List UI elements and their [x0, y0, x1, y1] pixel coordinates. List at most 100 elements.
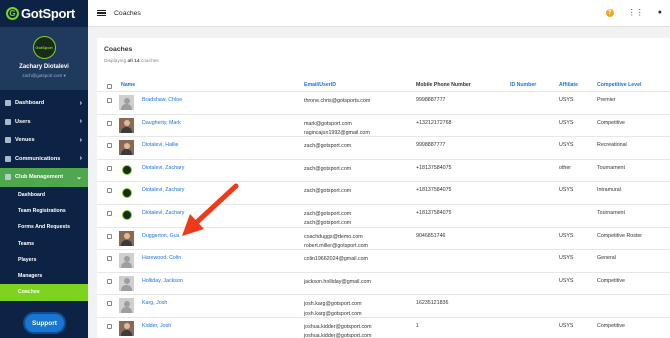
avatar [119, 298, 134, 314]
row-checkbox[interactable] [107, 98, 112, 103]
row-checkbox[interactable] [107, 188, 112, 194]
sidebar-subitem-managers[interactable]: Managers [0, 268, 88, 284]
logo[interactable]: G GotSport [0, 0, 88, 27]
coach-email: zach@gotsport.com [304, 143, 352, 150]
header-email[interactable]: Email/UserID [304, 82, 336, 88]
coach-email: jackson.holliday@gmail.com [304, 278, 371, 285]
avatar[interactable]: GotSport [32, 36, 56, 59]
table-row[interactable]: Diotalevi, Zachary zach@gotsport.com +1813… [97, 158, 670, 182]
table-row[interactable]: Diotalevi, Hallie zach@gotsport.com 999888… [97, 136, 670, 159]
chevron-right-icon: › [79, 155, 82, 163]
table-row[interactable]: Bradshaw, Chloe throne.chris@gotsports.co… [97, 91, 670, 114]
table-row[interactable]: Holliday, Jackson jackson.holliday@gmail.… [97, 271, 670, 295]
coach-phone: 9046851746 [416, 232, 446, 239]
help-icon[interactable]: ? [605, 9, 614, 17]
user-profile: GotSport Zachary Diotalevi zach@gotsport… [0, 27, 88, 90]
avatar [119, 275, 134, 291]
coach-name-link[interactable]: Diotalevi, Zachary [142, 165, 184, 171]
table-row[interactable]: Diotalevi, Zachary zach@gotsport.com +1813… [97, 181, 670, 204]
sidebar-subitem-players[interactable]: Players [0, 252, 88, 268]
table-row[interactable]: Harewood, Colin colin19662024@gmail.com US… [97, 249, 670, 272]
coach-email: zach@gotsport.com [304, 188, 352, 195]
coach-name-link[interactable]: Kidder, Josh [142, 323, 171, 329]
chevron-right-icon: › [79, 118, 82, 126]
coaches-panel: Coaches Displaying all 14 coaches Name E… [97, 38, 670, 338]
header-id-number[interactable]: ID Number [510, 82, 536, 88]
coach-affiliate: USYS [559, 97, 574, 103]
gotsport-logo-icon: G [6, 7, 19, 20]
sidebar-subitem-forms-and-requests[interactable]: Forms And Requests [0, 219, 88, 235]
avatar [119, 185, 134, 201]
table-row[interactable]: Diotalevi, Zachary zach@gotsport.com zach@… [97, 203, 670, 227]
sidebar-item-communications[interactable]: Communications › [0, 150, 88, 169]
row-checkbox[interactable] [107, 143, 112, 149]
user-email[interactable]: zach@gotsport.com ▾ [22, 73, 66, 79]
coach-name-link[interactable]: Bradshaw, Chloe [142, 97, 182, 103]
sidebar-subitem-team-registrations[interactable]: Team Registrations [0, 203, 88, 219]
coach-phone: 1 [416, 322, 419, 329]
users-icon [5, 118, 11, 125]
sidebar-subitem-coaches[interactable]: Coaches [0, 284, 88, 301]
coach-competitive-level: Tournament [597, 209, 625, 216]
avatar [119, 320, 134, 336]
table-row[interactable]: Karg, Josh josh.karg@gotsport.com josh.kar… [97, 294, 670, 317]
coach-name-link[interactable]: Duggerton, Gus [142, 233, 179, 239]
sidebar-subitem-dashboard[interactable]: Dashboard [0, 187, 88, 203]
topbar: Coaches ? ⋮⋮ ● [88, 0, 670, 27]
row-checkbox[interactable] [107, 256, 112, 262]
avatar [119, 140, 134, 156]
coach-phone: +18137584075 [416, 164, 452, 171]
communications-icon [5, 155, 11, 162]
coach-phone: +18137584075 [416, 187, 452, 194]
table-row[interactable]: Daugherty, Mark mark@gotsport.com ragincaj… [97, 113, 670, 137]
header-competitive-level[interactable]: Competitive Level [597, 82, 641, 88]
coach-name-link[interactable]: Diotalevi, Zachary [142, 210, 184, 216]
user-account-icon[interactable]: ● [658, 9, 662, 17]
coach-name-link[interactable]: Diotalevi, Hallie [142, 142, 179, 148]
coach-competitive-level: Tournament [597, 164, 625, 171]
coach-affiliate: other [559, 164, 572, 171]
row-checkbox[interactable] [107, 165, 112, 171]
hamburger-menu-icon[interactable] [97, 10, 106, 16]
coach-name-link[interactable]: Diotalevi, Zachary [142, 187, 184, 193]
support-button[interactable]: Support [25, 314, 64, 332]
coach-name-link[interactable]: Karg, Josh [142, 300, 167, 306]
sidebar-item-users[interactable]: Users › [0, 113, 88, 132]
row-checkbox[interactable] [107, 278, 112, 284]
row-checkbox[interactable] [107, 210, 112, 216]
row-checkbox[interactable] [107, 323, 112, 329]
header-affiliate[interactable]: Affiliate [559, 82, 578, 88]
sidebar-item-club-management[interactable]: Club Management ⌄ [0, 168, 88, 187]
coach-email: joshua.kidder@gotsport.com joshua.kidder@… [304, 323, 372, 338]
sidebar-subitem-teams[interactable]: Teams [0, 235, 88, 251]
sidebar-nav: Dashboard › Users › Venues › Communications… [0, 94, 88, 301]
table-row[interactable]: Kidder, Josh joshua.kidder@gotsport.com jo… [97, 316, 670, 338]
avatar [119, 253, 134, 269]
row-checkbox[interactable] [107, 301, 112, 307]
table-body: Bradshaw, Chloe throne.chris@gotsports.co… [97, 91, 670, 338]
coach-email: throne.chris@gotsports.com [304, 98, 371, 104]
avatar [119, 230, 134, 246]
table-row[interactable]: Duggerton, Gus coachduggs@demo.com robert.… [97, 226, 670, 250]
coach-affiliate: USYS [559, 119, 574, 126]
avatar [119, 162, 134, 178]
row-checkbox[interactable] [107, 120, 112, 126]
coach-name-link[interactable]: Daugherty, Mark [142, 120, 181, 126]
coach-name-link[interactable]: Holliday, Jackson [142, 278, 183, 284]
header-name[interactable]: Name [121, 82, 135, 88]
page-title: Coaches [114, 9, 141, 17]
row-checkbox[interactable] [107, 233, 112, 239]
sidebar-item-dashboard[interactable]: Dashboard › [0, 94, 88, 113]
coach-competitive-level: Recreational [597, 142, 627, 149]
coach-phone: 16235121836 [416, 300, 449, 307]
sidebar-item-venues[interactable]: Venues › [0, 131, 88, 150]
panel-subtitle: Displaying all 14 coaches [104, 59, 159, 64]
user-name: Zachary Diotalevi [19, 64, 69, 70]
coach-affiliate: USYS [559, 142, 574, 149]
venues-icon [5, 137, 11, 144]
coach-name-link[interactable]: Harewood, Colin [142, 255, 181, 261]
select-all-checkbox[interactable] [107, 84, 112, 89]
coach-phone: 9998887777 [416, 142, 446, 149]
apps-grid-icon[interactable]: ⋮⋮ [628, 9, 644, 17]
chevron-down-icon: ⌄ [76, 174, 82, 182]
